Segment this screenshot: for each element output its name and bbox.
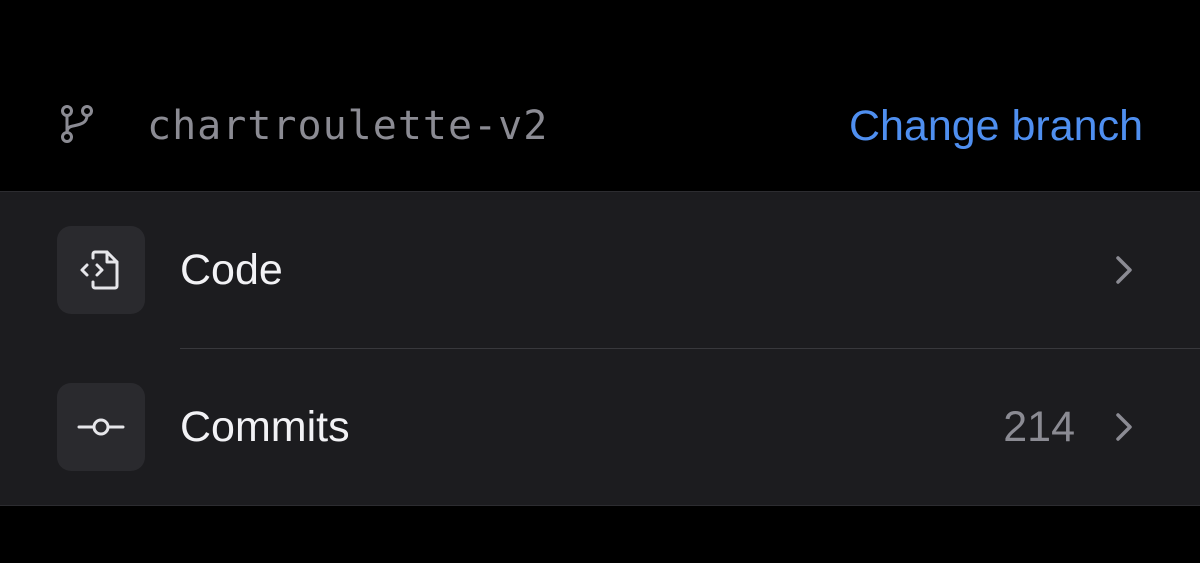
git-branch-icon	[57, 104, 97, 144]
divider	[0, 505, 1200, 506]
git-commit-icon	[77, 418, 125, 436]
code-icon-tile	[57, 226, 145, 314]
code-row[interactable]: Code	[0, 192, 1200, 349]
code-label: Code	[180, 246, 283, 294]
change-branch-link[interactable]: Change branch	[849, 98, 1143, 154]
chevron-right-icon	[1116, 413, 1132, 441]
commits-icon-tile	[57, 383, 145, 471]
branch-header: chartroulette-v2 Change branch	[0, 0, 1200, 191]
commits-count: 214	[1003, 403, 1075, 451]
branch-name: chartroulette-v2	[147, 103, 549, 149]
commits-row[interactable]: Commits 214	[0, 349, 1200, 505]
chevron-right-icon	[1116, 256, 1132, 284]
code-file-icon	[80, 250, 119, 290]
repo-menu-group: Code Commits 214	[0, 192, 1200, 505]
commits-label: Commits	[180, 403, 350, 451]
